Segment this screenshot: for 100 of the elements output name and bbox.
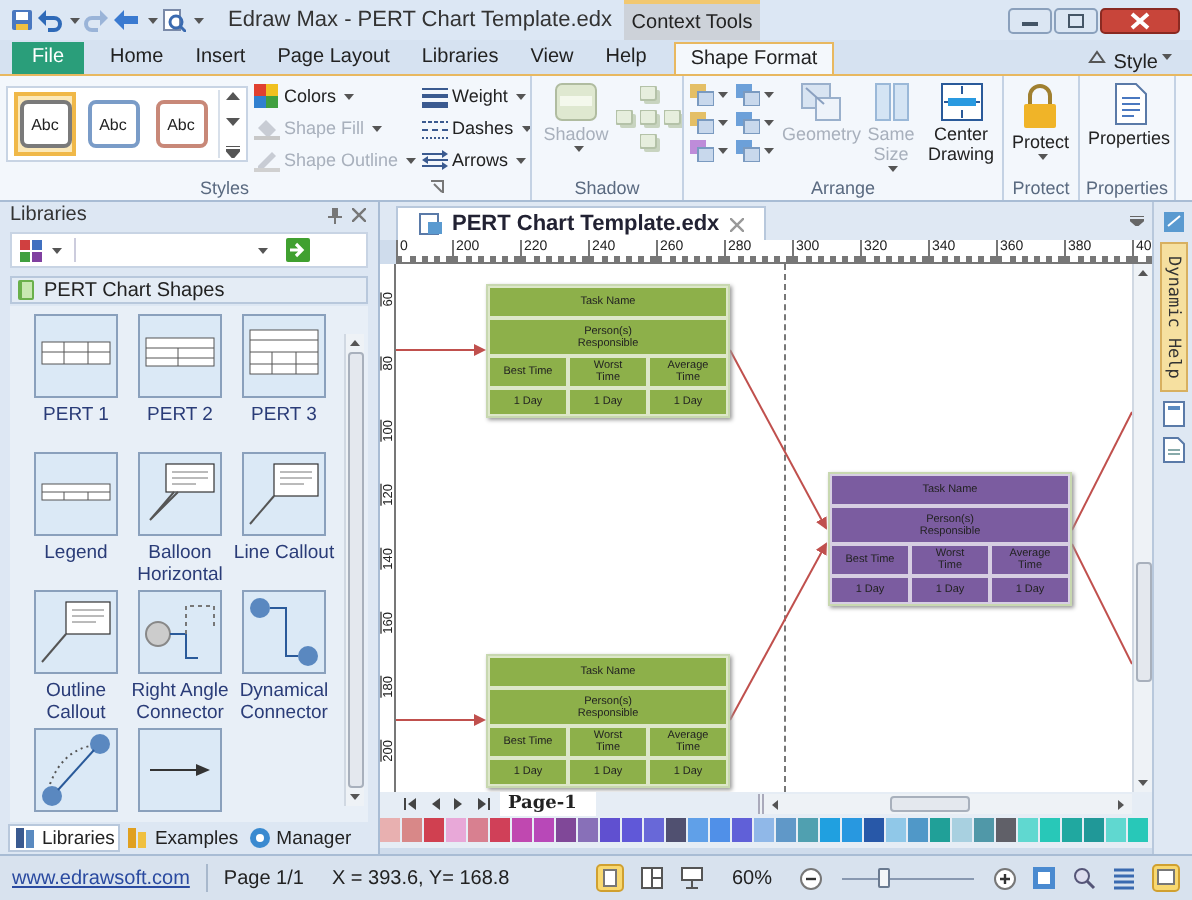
color-swatch[interactable]: [1018, 818, 1038, 842]
page-icon[interactable]: [1161, 436, 1185, 465]
ribbon-tab[interactable]: Page Layout: [263, 42, 404, 74]
color-swatch[interactable]: [1106, 818, 1126, 842]
last-page-icon[interactable]: [476, 798, 490, 810]
align-icon[interactable]: [736, 84, 760, 106]
library-shape[interactable]: Legend: [24, 452, 128, 591]
distribute-icon[interactable]: [736, 112, 760, 134]
style-menu[interactable]: Style: [1113, 52, 1158, 74]
color-swatch[interactable]: [864, 818, 884, 842]
color-swatch[interactable]: [534, 818, 554, 842]
color-swatch[interactable]: [754, 818, 774, 842]
library-shape[interactable]: Balloon Horizontal: [128, 452, 232, 591]
color-swatch[interactable]: [886, 818, 906, 842]
send-backward-icon[interactable]: [690, 112, 714, 134]
zoom-in-icon[interactable]: [994, 867, 1016, 889]
color-swatch[interactable]: [380, 818, 400, 842]
ribbon-button[interactable]: Properties: [1086, 82, 1173, 148]
color-swatch[interactable]: [1062, 818, 1082, 842]
ribbon-command[interactable]: Weight: [422, 82, 530, 110]
scrollbar[interactable]: [1132, 264, 1152, 792]
shadow-offset-icon[interactable]: [640, 134, 660, 152]
scroll-right-icon[interactable]: [1118, 799, 1124, 809]
scroll-thumb[interactable]: [890, 796, 970, 812]
color-swatch[interactable]: [402, 818, 422, 842]
page-tab[interactable]: Page-1: [500, 792, 597, 816]
presentation-icon[interactable]: [679, 866, 704, 890]
dialog-launcher-icon[interactable]: [429, 180, 444, 194]
clipboard-icon[interactable]: [1161, 400, 1185, 429]
zoom-icon[interactable]: [1072, 866, 1096, 890]
fit-page-icon[interactable]: [1032, 866, 1056, 890]
color-swatch[interactable]: [446, 818, 466, 842]
go-icon[interactable]: [286, 238, 310, 263]
next-page-icon[interactable]: [452, 798, 466, 810]
scroll-up-icon[interactable]: [350, 340, 360, 347]
color-swatch[interactable]: [974, 818, 994, 842]
color-swatch[interactable]: [688, 818, 708, 842]
ribbon-button[interactable]: Center Drawing: [919, 82, 1002, 164]
color-swatch[interactable]: [798, 818, 818, 842]
scroll-thumb[interactable]: [1135, 562, 1151, 682]
scroll-up-icon[interactable]: [1138, 270, 1148, 276]
scrollbar[interactable]: [344, 334, 364, 807]
color-swatch[interactable]: [930, 818, 950, 842]
color-swatch[interactable]: [1040, 818, 1060, 842]
panel-tab[interactable]: Examples: [122, 824, 243, 852]
scrollbar[interactable]: [758, 794, 1132, 814]
color-swatch[interactable]: [666, 818, 686, 842]
print-preview-icon[interactable]: [162, 8, 186, 32]
color-swatch[interactable]: [710, 818, 730, 842]
ribbon-command[interactable]: Dashes: [422, 114, 530, 142]
color-swatch[interactable]: [908, 818, 928, 842]
color-swatch[interactable]: [1128, 818, 1148, 842]
color-swatch[interactable]: [644, 818, 664, 842]
color-swatch[interactable]: [622, 818, 642, 842]
color-swatch[interactable]: [512, 818, 532, 842]
library-shape[interactable]: Line Callout: [232, 452, 336, 591]
color-swatch[interactable]: [996, 818, 1016, 842]
scroll-up-icon[interactable]: [226, 90, 240, 100]
fit-width-icon[interactable]: [1112, 866, 1136, 890]
scroll-thumb[interactable]: [347, 352, 363, 789]
minimize-icon[interactable]: [1008, 7, 1052, 33]
scroll-down-icon[interactable]: [226, 118, 240, 128]
shadow-offset-icon[interactable]: [616, 110, 636, 128]
panel-tab[interactable]: Libraries: [8, 824, 121, 852]
library-shape[interactable]: PERT 2: [128, 314, 232, 453]
color-swatch[interactable]: [556, 818, 576, 842]
scroll-down-icon[interactable]: [1138, 780, 1148, 786]
color-swatch[interactable]: [468, 818, 488, 842]
color-swatch[interactable]: [820, 818, 840, 842]
library-shape[interactable]: Right Angle Connector: [128, 590, 232, 729]
panel-tab[interactable]: Manager: [244, 824, 356, 852]
more-icon[interactable]: [226, 146, 240, 158]
tab-list-icon[interactable]: [1130, 216, 1144, 226]
save-icon[interactable]: [10, 8, 34, 32]
ribbon-button[interactable]: Protect: [1010, 82, 1072, 160]
first-page-icon[interactable]: [404, 798, 418, 810]
document-tab[interactable]: PERT Chart Template.edx: [396, 206, 766, 240]
scroll-down-icon[interactable]: [350, 794, 360, 801]
color-swatch[interactable]: [600, 818, 620, 842]
ribbon-tab[interactable]: Shape Format: [674, 42, 834, 74]
bring-forward-icon[interactable]: [690, 84, 714, 106]
library-shape[interactable]: Dynamical Connector: [232, 590, 336, 729]
ribbon-tab[interactable]: Home: [96, 42, 178, 74]
ribbon-tab[interactable]: View: [516, 42, 588, 74]
shadow-offset-icon[interactable]: [664, 110, 682, 128]
undo-icon[interactable]: [38, 8, 62, 32]
ribbon-tab[interactable]: Libraries: [407, 42, 513, 74]
ribbon-tab[interactable]: Help: [591, 42, 661, 74]
group-icon[interactable]: [736, 140, 760, 162]
full-screen-icon[interactable]: [1152, 864, 1180, 892]
restore-icon[interactable]: [1054, 7, 1098, 33]
color-swatch[interactable]: [1084, 818, 1104, 842]
shadow-center-icon[interactable]: [640, 110, 660, 128]
library-shape[interactable]: Outline Callout: [24, 590, 128, 729]
zoom-out-icon[interactable]: [800, 867, 822, 889]
library-section-header[interactable]: PERT Chart Shapes: [10, 276, 368, 305]
redo-icon[interactable]: [84, 8, 108, 32]
library-menu-icon[interactable]: [20, 239, 44, 262]
color-swatch[interactable]: [578, 818, 598, 842]
close-icon[interactable]: [1100, 7, 1180, 33]
